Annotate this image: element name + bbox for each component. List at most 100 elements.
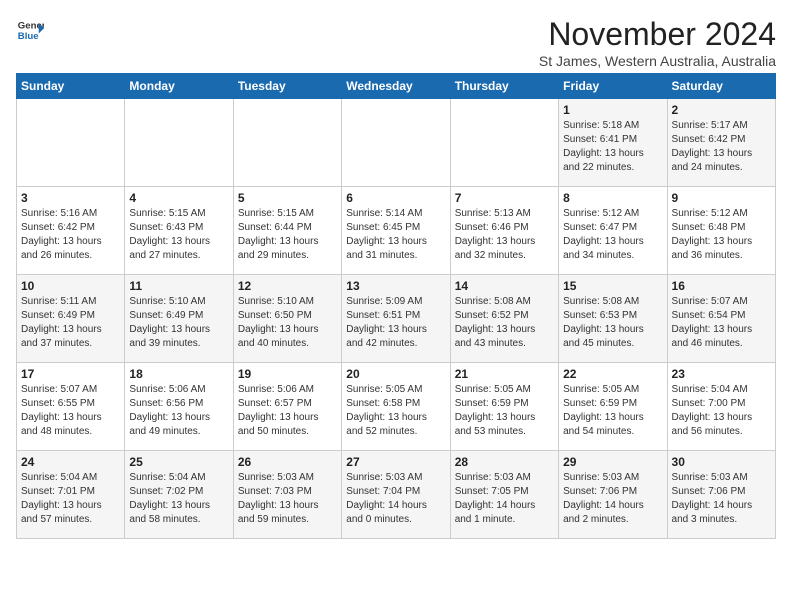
weekday-header-friday: Friday	[559, 74, 667, 99]
logo-icon: General Blue	[16, 16, 44, 44]
calendar-cell: 20 Sunrise: 5:05 AM Sunset: 6:58 PM Dayli…	[342, 363, 450, 451]
day-number: 16	[672, 279, 771, 293]
day-info: Sunrise: 5:15 AM Sunset: 6:44 PM Dayligh…	[238, 207, 337, 263]
day-info: Sunrise: 5:03 AM Sunset: 7:05 PM Dayligh…	[455, 471, 554, 527]
calendar-cell: 2 Sunrise: 5:17 AM Sunset: 6:42 PM Daylig…	[667, 99, 775, 187]
day-info: Sunrise: 5:11 AM Sunset: 6:49 PM Dayligh…	[21, 295, 120, 351]
calendar-cell: 21 Sunrise: 5:05 AM Sunset: 6:59 PM Dayli…	[450, 363, 558, 451]
day-number: 8	[563, 191, 662, 205]
calendar-cell	[450, 99, 558, 187]
day-info: Sunrise: 5:04 AM Sunset: 7:01 PM Dayligh…	[21, 471, 120, 527]
day-info: Sunrise: 5:03 AM Sunset: 7:04 PM Dayligh…	[346, 471, 445, 527]
calendar-cell: 8 Sunrise: 5:12 AM Sunset: 6:47 PM Daylig…	[559, 187, 667, 275]
weekday-header-thursday: Thursday	[450, 74, 558, 99]
calendar-cell: 29 Sunrise: 5:03 AM Sunset: 7:06 PM Dayli…	[559, 451, 667, 539]
day-number: 27	[346, 455, 445, 469]
day-number: 6	[346, 191, 445, 205]
location-subtitle: St James, Western Australia, Australia	[539, 53, 776, 69]
day-info: Sunrise: 5:06 AM Sunset: 6:57 PM Dayligh…	[238, 383, 337, 439]
day-number: 17	[21, 367, 120, 381]
svg-text:Blue: Blue	[18, 31, 39, 42]
calendar-cell: 30 Sunrise: 5:03 AM Sunset: 7:06 PM Dayli…	[667, 451, 775, 539]
calendar-cell	[17, 99, 125, 187]
calendar-cell: 12 Sunrise: 5:10 AM Sunset: 6:50 PM Dayli…	[233, 275, 341, 363]
logo: General Blue	[16, 16, 44, 44]
day-info: Sunrise: 5:16 AM Sunset: 6:42 PM Dayligh…	[21, 207, 120, 263]
calendar-cell	[233, 99, 341, 187]
day-number: 23	[672, 367, 771, 381]
weekday-header-saturday: Saturday	[667, 74, 775, 99]
day-info: Sunrise: 5:06 AM Sunset: 6:56 PM Dayligh…	[129, 383, 228, 439]
calendar-table: SundayMondayTuesdayWednesdayThursdayFrid…	[16, 73, 776, 539]
title-area: November 2024 St James, Western Australi…	[539, 16, 776, 69]
day-info: Sunrise: 5:03 AM Sunset: 7:06 PM Dayligh…	[563, 471, 662, 527]
day-info: Sunrise: 5:03 AM Sunset: 7:06 PM Dayligh…	[672, 471, 771, 527]
calendar-cell: 7Sunrise: 5:13 AM Sunset: 6:46 PM Daylig…	[450, 187, 558, 275]
calendar-cell: 10 Sunrise: 5:11 AM Sunset: 6:49 PM Dayli…	[17, 275, 125, 363]
calendar-cell: 4Sunrise: 5:15 AM Sunset: 6:43 PM Daylig…	[125, 187, 233, 275]
day-number: 25	[129, 455, 228, 469]
calendar-cell: 5 Sunrise: 5:15 AM Sunset: 6:44 PM Daylig…	[233, 187, 341, 275]
day-info: Sunrise: 5:08 AM Sunset: 6:53 PM Dayligh…	[563, 295, 662, 351]
day-number: 10	[21, 279, 120, 293]
day-number: 9	[672, 191, 771, 205]
calendar-cell: 14 Sunrise: 5:08 AM Sunset: 6:52 PM Dayli…	[450, 275, 558, 363]
day-number: 11	[129, 279, 228, 293]
day-info: Sunrise: 5:04 AM Sunset: 7:00 PM Dayligh…	[672, 383, 771, 439]
day-info: Sunrise: 5:05 AM Sunset: 6:59 PM Dayligh…	[563, 383, 662, 439]
day-number: 19	[238, 367, 337, 381]
day-number: 24	[21, 455, 120, 469]
calendar-cell: 1 Sunrise: 5:18 AM Sunset: 6:41 PM Daylig…	[559, 99, 667, 187]
day-number: 15	[563, 279, 662, 293]
day-info: Sunrise: 5:07 AM Sunset: 6:55 PM Dayligh…	[21, 383, 120, 439]
day-info: Sunrise: 5:05 AM Sunset: 6:59 PM Dayligh…	[455, 383, 554, 439]
day-info: Sunrise: 5:18 AM Sunset: 6:41 PM Dayligh…	[563, 119, 662, 175]
day-info: Sunrise: 5:03 AM Sunset: 7:03 PM Dayligh…	[238, 471, 337, 527]
weekday-header-wednesday: Wednesday	[342, 74, 450, 99]
day-info: Sunrise: 5:10 AM Sunset: 6:50 PM Dayligh…	[238, 295, 337, 351]
day-info: Sunrise: 5:08 AM Sunset: 6:52 PM Dayligh…	[455, 295, 554, 351]
day-info: Sunrise: 5:10 AM Sunset: 6:49 PM Dayligh…	[129, 295, 228, 351]
day-info: Sunrise: 5:07 AM Sunset: 6:54 PM Dayligh…	[672, 295, 771, 351]
day-number: 5	[238, 191, 337, 205]
day-info: Sunrise: 5:05 AM Sunset: 6:58 PM Dayligh…	[346, 383, 445, 439]
calendar-cell: 13 Sunrise: 5:09 AM Sunset: 6:51 PM Dayli…	[342, 275, 450, 363]
day-info: Sunrise: 5:14 AM Sunset: 6:45 PM Dayligh…	[346, 207, 445, 263]
day-number: 12	[238, 279, 337, 293]
header: General Blue November 2024 St James, Wes…	[16, 16, 776, 69]
calendar-cell: 28Sunrise: 5:03 AM Sunset: 7:05 PM Dayli…	[450, 451, 558, 539]
day-info: Sunrise: 5:17 AM Sunset: 6:42 PM Dayligh…	[672, 119, 771, 175]
day-info: Sunrise: 5:09 AM Sunset: 6:51 PM Dayligh…	[346, 295, 445, 351]
day-number: 21	[455, 367, 554, 381]
calendar-header: SundayMondayTuesdayWednesdayThursdayFrid…	[17, 74, 776, 99]
day-number: 13	[346, 279, 445, 293]
day-number: 1	[563, 103, 662, 117]
calendar-cell: 17 Sunrise: 5:07 AM Sunset: 6:55 PM Dayli…	[17, 363, 125, 451]
day-number: 2	[672, 103, 771, 117]
day-number: 7	[455, 191, 554, 205]
weekday-header-tuesday: Tuesday	[233, 74, 341, 99]
day-info: Sunrise: 5:12 AM Sunset: 6:47 PM Dayligh…	[563, 207, 662, 263]
calendar-cell: 24 Sunrise: 5:04 AM Sunset: 7:01 PM Dayli…	[17, 451, 125, 539]
calendar-cell	[342, 99, 450, 187]
day-info: Sunrise: 5:04 AM Sunset: 7:02 PM Dayligh…	[129, 471, 228, 527]
day-number: 29	[563, 455, 662, 469]
calendar-cell: 11 Sunrise: 5:10 AM Sunset: 6:49 PM Dayli…	[125, 275, 233, 363]
calendar-cell: 6 Sunrise: 5:14 AM Sunset: 6:45 PM Daylig…	[342, 187, 450, 275]
day-info: Sunrise: 5:12 AM Sunset: 6:48 PM Dayligh…	[672, 207, 771, 263]
calendar-cell: 25 Sunrise: 5:04 AM Sunset: 7:02 PM Dayli…	[125, 451, 233, 539]
calendar-cell: 27 Sunrise: 5:03 AM Sunset: 7:04 PM Dayli…	[342, 451, 450, 539]
calendar-cell: 19 Sunrise: 5:06 AM Sunset: 6:57 PM Dayli…	[233, 363, 341, 451]
calendar-cell: 23 Sunrise: 5:04 AM Sunset: 7:00 PM Dayli…	[667, 363, 775, 451]
weekday-header-monday: Monday	[125, 74, 233, 99]
month-title: November 2024	[539, 16, 776, 53]
day-number: 14	[455, 279, 554, 293]
day-number: 22	[563, 367, 662, 381]
calendar-cell: 18Sunrise: 5:06 AM Sunset: 6:56 PM Dayli…	[125, 363, 233, 451]
day-number: 26	[238, 455, 337, 469]
calendar-cell: 3Sunrise: 5:16 AM Sunset: 6:42 PM Daylig…	[17, 187, 125, 275]
day-number: 30	[672, 455, 771, 469]
day-number: 20	[346, 367, 445, 381]
calendar-cell: 9 Sunrise: 5:12 AM Sunset: 6:48 PM Daylig…	[667, 187, 775, 275]
calendar-cell: 26 Sunrise: 5:03 AM Sunset: 7:03 PM Dayli…	[233, 451, 341, 539]
